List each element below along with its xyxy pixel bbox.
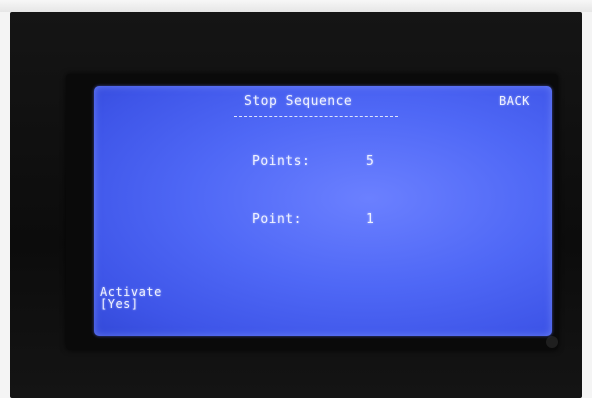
activate-value: [Yes] bbox=[100, 297, 139, 311]
indicator-led bbox=[546, 336, 558, 348]
lcd-screen: Stop Sequence BACK Points: 5 Point: 1 Ac… bbox=[94, 86, 552, 336]
points-value[interactable]: 5 bbox=[366, 155, 374, 169]
page-title: Stop Sequence bbox=[244, 94, 353, 109]
activate-button[interactable]: Activate [Yes] bbox=[100, 286, 162, 310]
point-value[interactable]: 1 bbox=[366, 213, 374, 227]
background-surface bbox=[0, 0, 592, 12]
point-label: Point: bbox=[252, 212, 302, 227]
points-label: Points: bbox=[252, 154, 311, 169]
title-underline bbox=[234, 116, 398, 117]
back-button[interactable]: BACK bbox=[499, 94, 530, 108]
